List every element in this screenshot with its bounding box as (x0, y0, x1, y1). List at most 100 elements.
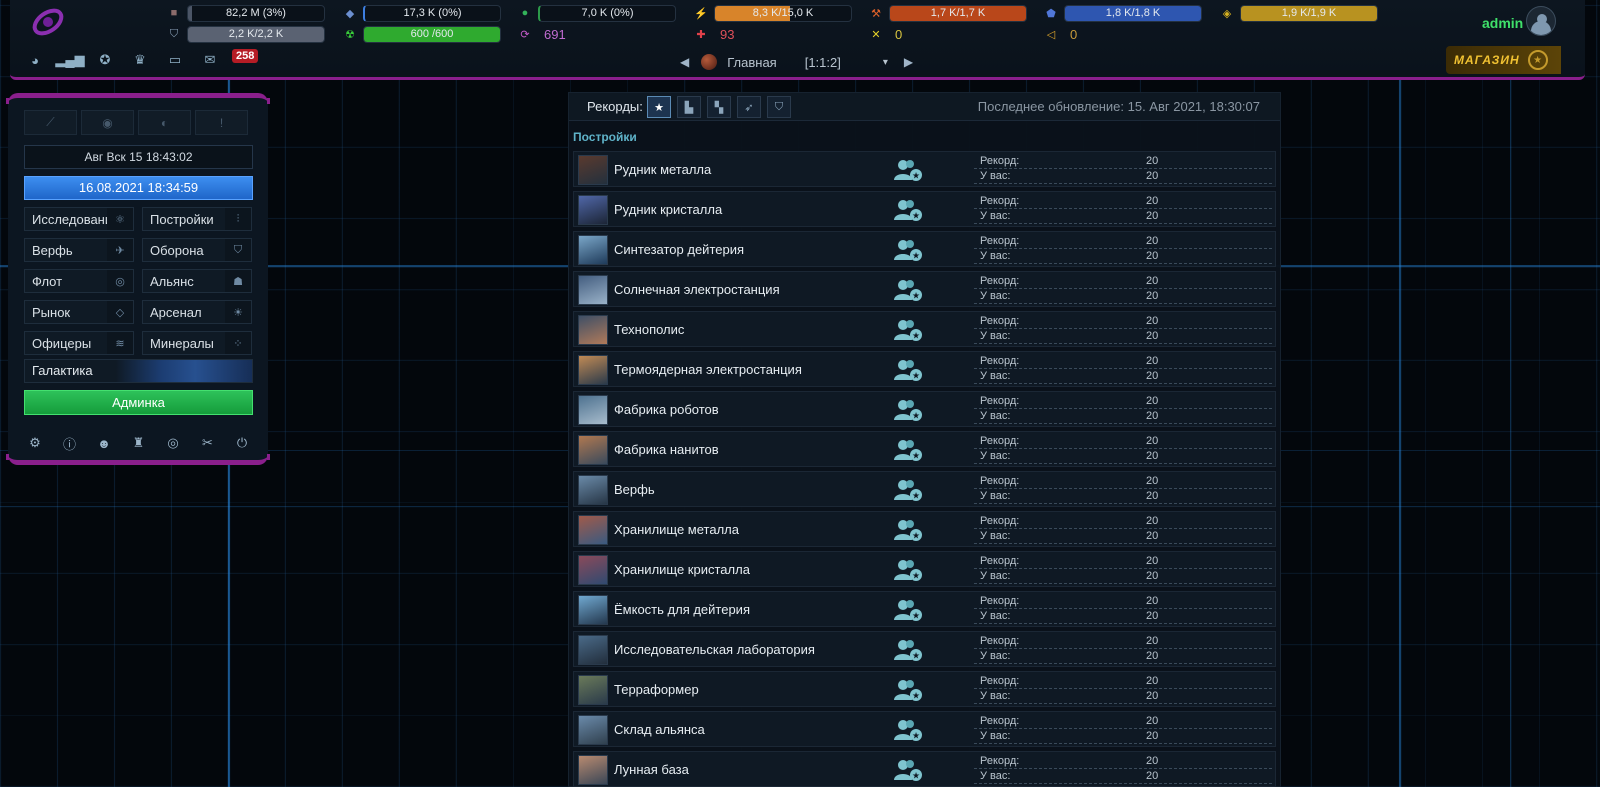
defense-resource[interactable]: ⛉ 2,2 K/2,2 K (167, 25, 325, 43)
user-star-icon[interactable]: ★ (893, 238, 923, 262)
admin-button[interactable]: Админка (24, 390, 253, 415)
shield-icon[interactable]: ⛉ (767, 96, 791, 118)
building-name[interactable]: Фабрика роботов (614, 402, 719, 417)
planet-name[interactable]: Главная (727, 55, 776, 70)
user-star-icon[interactable]: ★ (893, 478, 923, 502)
sync-counter[interactable]: ⟳ 691 (518, 25, 565, 43)
user-star-icon[interactable]: ★ (893, 438, 923, 462)
user-star-icon[interactable]: ★ (893, 598, 923, 622)
building-name[interactable]: Ёмкость для дейтерия (614, 602, 750, 617)
building-name[interactable]: Хранилище кристалла (614, 562, 750, 577)
avatar[interactable] (1526, 6, 1556, 36)
messages-badge[interactable]: 258 (232, 49, 259, 63)
building-thumbnail[interactable] (578, 435, 608, 465)
building-thumbnail[interactable] (578, 515, 608, 545)
trophy-icon[interactable]: ♛ (129, 51, 151, 69)
menu-fleet[interactable]: Флот ◎ (24, 269, 134, 293)
exclamation-icon[interactable]: ! (195, 110, 248, 135)
building-thumbnail[interactable] (578, 315, 608, 345)
building-thumbnail[interactable] (578, 275, 608, 305)
pin-counter[interactable]: ✚ 93 (694, 25, 734, 43)
tools-icon[interactable]: ✂ (199, 434, 217, 452)
sword-icon[interactable]: ⟋ (24, 110, 77, 135)
lifebuoy-icon[interactable]: ◎ (164, 434, 182, 452)
crystal-resource[interactable]: ◆ 17,3 K (0%) (343, 4, 501, 22)
energy-resource[interactable]: ⚡ 8,3 K/15,0 K (694, 4, 852, 22)
building-thumbnail[interactable] (578, 595, 608, 625)
badge-icon[interactable]: ♜ (130, 434, 148, 452)
menu-galaxy[interactable]: Галактика (24, 359, 253, 383)
building-name[interactable]: Исследовательская лаборатория (614, 642, 815, 657)
user-star-icon[interactable]: ★ (893, 678, 923, 702)
building-thumbnail[interactable] (578, 555, 608, 585)
menu-research[interactable]: Исследования ⚛ (24, 207, 134, 231)
globe-icon[interactable]: ◐ (138, 110, 191, 135)
menu-buildings[interactable]: Постройки ⫶ (142, 207, 252, 231)
stats-icon[interactable]: ▂▄▆ (55, 51, 84, 69)
user-star-icon[interactable]: ★ (893, 278, 923, 302)
info-icon[interactable]: ⓘ (61, 434, 79, 452)
metal-resource[interactable]: ■ 82,2 M (3%) (167, 4, 325, 22)
user-star-icon[interactable]: ★ (893, 558, 923, 582)
user-star-icon[interactable]: ★ (893, 398, 923, 422)
messages-icon[interactable]: ✉ (199, 51, 221, 69)
deuterium-resource[interactable]: ● 7,0 K (0%) (518, 4, 676, 22)
user-star-icon[interactable]: ★ (893, 758, 923, 782)
building-thumbnail[interactable] (578, 755, 608, 785)
shop-button[interactable]: МАГАЗИН ★ (1446, 46, 1561, 74)
user-star-icon[interactable]: ★ (893, 158, 923, 182)
building-name[interactable]: Солнечная электростанция (614, 282, 780, 297)
power-icon[interactable]: ⏻ (233, 434, 251, 452)
res6-resource[interactable]: ⬟ 1,8 K/1,8 K (1044, 4, 1202, 22)
next-planet-icon[interactable]: ▶ (904, 55, 913, 69)
building-name[interactable]: Фабрика нанитов (614, 442, 719, 457)
menu-minerals[interactable]: Минералы ⁘ (142, 331, 252, 355)
user-star-icon[interactable]: ★ (893, 358, 923, 382)
user-star-icon[interactable]: ★ (893, 198, 923, 222)
building-thumbnail[interactable] (578, 635, 608, 665)
building-name[interactable]: Рудник металла (614, 162, 711, 177)
user-star-icon[interactable]: ★ (893, 718, 923, 742)
medal-icon[interactable]: ✪ (94, 51, 116, 69)
building-thumbnail[interactable] (578, 155, 608, 185)
building-thumbnail[interactable] (578, 475, 608, 505)
building-name[interactable]: Склад альянса (614, 722, 705, 737)
building-name[interactable]: Лунная база (614, 762, 689, 777)
fleet-icon[interactable]: ➶ (737, 96, 761, 118)
eye-icon[interactable]: ◉ (81, 110, 134, 135)
star-icon[interactable]: ★ (647, 96, 671, 118)
building-thumbnail[interactable] (578, 235, 608, 265)
prev-planet-icon[interactable]: ◀ (680, 55, 689, 69)
building-thumbnail[interactable] (578, 715, 608, 745)
building-name[interactable]: Рудник кристалла (614, 202, 722, 217)
building-thumbnail[interactable] (578, 395, 608, 425)
chevron-down-icon[interactable]: ▾ (883, 57, 888, 68)
crossed-counter[interactable]: ✕ 0 (869, 25, 902, 43)
res5-resource[interactable]: ⚒ 1,7 K/1,7 K (869, 4, 1027, 22)
building-name[interactable]: Технополис (614, 322, 684, 337)
user-star-icon[interactable]: ★ (893, 638, 923, 662)
planet-icon[interactable]: ◕ (24, 51, 46, 69)
users-icon[interactable]: ☻ (95, 434, 113, 452)
factory-icon[interactable]: ▙ (677, 96, 701, 118)
radiation-resource[interactable]: ☢ 600 /600 (343, 25, 501, 43)
user-star-icon[interactable]: ★ (893, 518, 923, 542)
building-name[interactable]: Терраформер (614, 682, 699, 697)
planet-coords[interactable]: [1:1:2] (805, 55, 841, 70)
building-thumbnail[interactable] (578, 195, 608, 225)
building-name[interactable]: Термоядерная электростанция (614, 362, 802, 377)
game-logo[interactable] (28, 4, 68, 40)
menu-arsenal[interactable]: Арсенал ☀ (142, 300, 252, 324)
menu-defense[interactable]: Оборона ⛉ (142, 238, 252, 262)
settings-icon[interactable]: ⚙ (26, 434, 44, 452)
menu-shipyard[interactable]: Верфь ✈ (24, 238, 134, 262)
building-name[interactable]: Верфь (614, 482, 655, 497)
menu-market[interactable]: Рынок ◇ (24, 300, 134, 324)
ship-counter[interactable]: ◁ 0 (1044, 25, 1077, 43)
building-name[interactable]: Синтезатор дейтерия (614, 242, 744, 257)
res7-resource[interactable]: ◈ 1,9 K/1,9 K (1220, 4, 1378, 22)
lab-icon[interactable]: ▚ (707, 96, 731, 118)
building-name[interactable]: Хранилище металла (614, 522, 739, 537)
menu-officers[interactable]: Офицеры ≋ (24, 331, 134, 355)
menu-alliance[interactable]: Альянс ☗ (142, 269, 252, 293)
